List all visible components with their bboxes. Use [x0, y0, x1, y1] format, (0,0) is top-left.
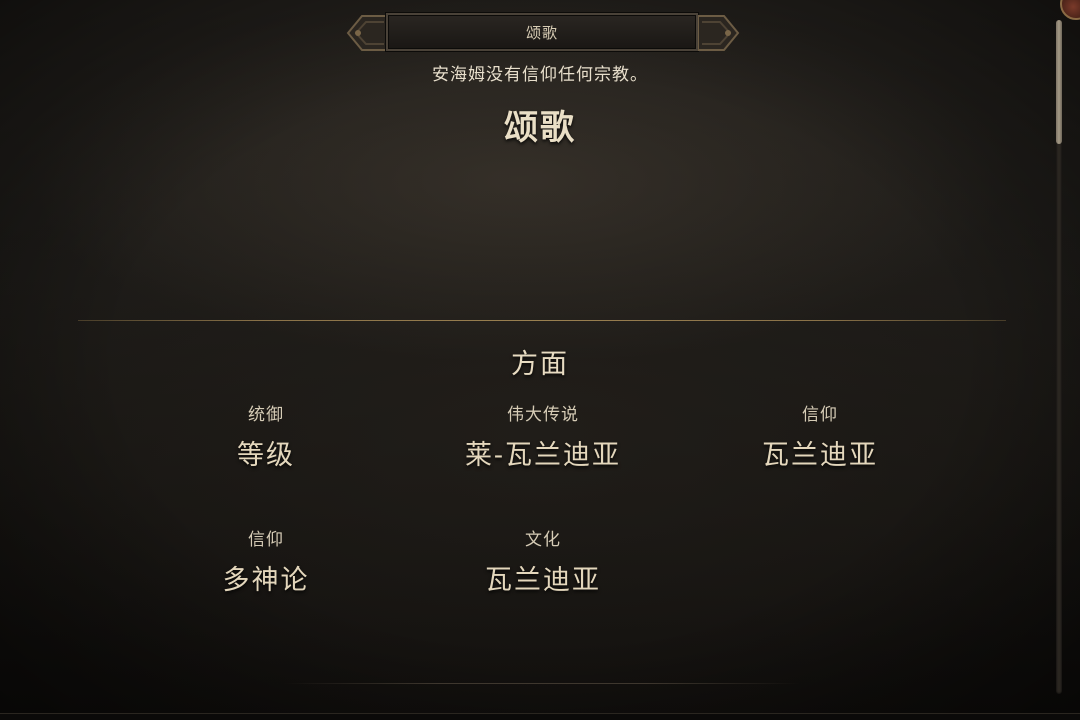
aspect-value-link[interactable]: 多神论	[136, 558, 396, 597]
aspect-value-link[interactable]: 瓦兰迪亚	[413, 558, 673, 597]
aspect-label: 统御	[248, 405, 284, 425]
page-title: 颂歌	[504, 108, 576, 148]
encyclopedia-page: 颂歌 安海姆没有信仰任何宗教。 颂歌 方面 统御 等级 伟大传说 莱-瓦兰迪亚 …	[0, 0, 1080, 720]
banner-left-ornament-icon	[346, 15, 388, 51]
section-divider	[78, 320, 1006, 321]
header-banner: 颂歌	[344, 10, 742, 56]
aspect-label: 信仰	[248, 530, 284, 550]
aspect-item: 伟大传说 莱-瓦兰迪亚	[413, 400, 673, 472]
religion-status-text: 安海姆没有信仰任何宗教。	[432, 65, 648, 85]
aspect-label: 文化	[525, 530, 561, 550]
banner-right-ornament-icon	[698, 15, 740, 51]
aspect-item: 信仰 多神论	[136, 525, 396, 597]
bottom-edge	[0, 713, 1080, 720]
aspects-heading: 方面	[511, 349, 569, 380]
aspect-value-link[interactable]: 等级	[136, 433, 396, 472]
header-plate: 颂歌	[386, 13, 698, 51]
aspect-item: 文化 瓦兰迪亚	[413, 525, 673, 597]
aspect-item: 统御 等级	[136, 400, 396, 472]
close-button[interactable]	[1060, 0, 1080, 20]
header-title: 颂歌	[525, 23, 558, 42]
aspect-label: 信仰	[802, 405, 838, 425]
scrollbar-thumb[interactable]	[1056, 20, 1062, 144]
scrollbar-track[interactable]	[1056, 20, 1062, 694]
aspect-item: 信仰 瓦兰迪亚	[690, 400, 950, 472]
aspect-value-link[interactable]: 莱-瓦兰迪亚	[413, 433, 673, 472]
aspect-label: 伟大传说	[507, 405, 579, 425]
aspect-value-link[interactable]: 瓦兰迪亚	[690, 433, 950, 472]
bottom-divider	[284, 683, 800, 684]
